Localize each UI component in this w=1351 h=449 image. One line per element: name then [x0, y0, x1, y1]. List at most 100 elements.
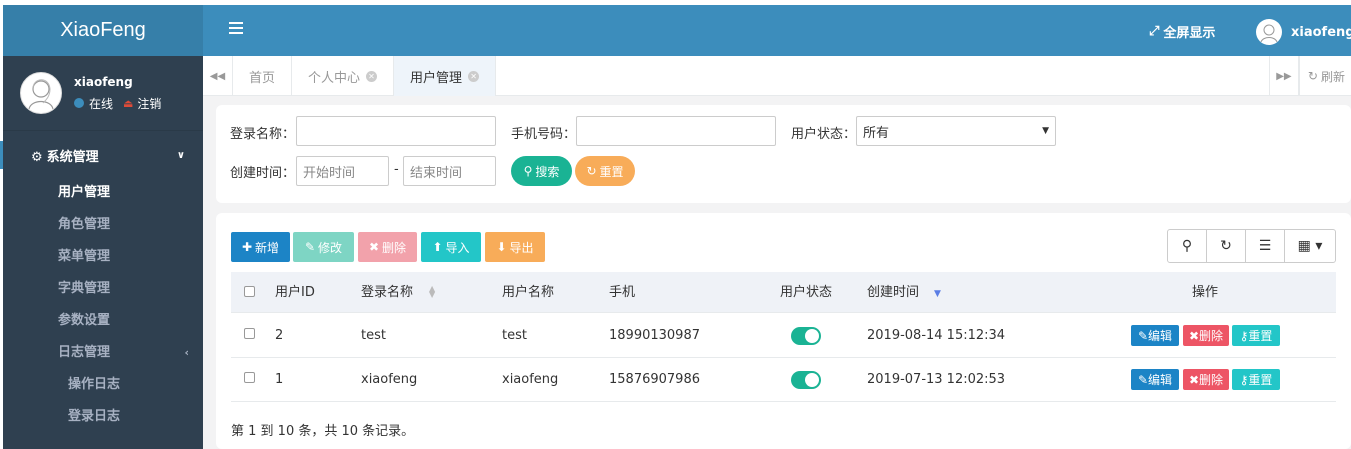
- header-user-menu[interactable]: xiaofeng: [1256, 19, 1351, 45]
- online-dot-icon: [74, 98, 84, 108]
- row-checkbox[interactable]: [244, 372, 255, 383]
- row-reset-button[interactable]: ⚷ 重置: [1232, 325, 1280, 346]
- sidebar-item-label: 字典管理: [58, 281, 111, 296]
- sidebar-item-user-management[interactable]: 用户管理: [3, 177, 203, 209]
- row-edit-button[interactable]: ✎ 编辑: [1131, 369, 1179, 390]
- close-icon[interactable]: ✕: [366, 70, 378, 82]
- sidebar-item-log-management[interactable]: 日志管理 ‹: [3, 337, 203, 369]
- caret-down-icon: ▼: [1042, 126, 1049, 136]
- key-icon: ⚷: [1239, 328, 1249, 343]
- sidebar-item-label: 用户管理: [58, 185, 111, 200]
- tab-scroll-left-icon[interactable]: ◀◀: [203, 56, 233, 96]
- reset-button[interactable]: ↻ 重置: [575, 156, 635, 186]
- download-icon: ⬇: [496, 240, 507, 254]
- status-toggle[interactable]: [791, 327, 821, 345]
- cell-user-id: 2: [275, 328, 284, 343]
- row-reset-label: 重置: [1248, 373, 1273, 387]
- top-header: ⤢ 全屏显示 xiaofeng: [203, 5, 1351, 56]
- sidebar-item-label: 菜单管理: [58, 249, 111, 264]
- table-panel: ✚ 新增 ✎ 修改 ✖ 删除 ⬆ 导入 ⬇ 导出 ⚲ ↻ ☰ ▦ ▾ 用户ID 登录名称 …: [216, 213, 1351, 449]
- search-button[interactable]: ⚲ 搜索: [511, 156, 572, 186]
- add-button[interactable]: ✚ 新增: [231, 232, 290, 262]
- status-toggle[interactable]: [791, 371, 821, 389]
- table-row: 2 test test 18990130987 2019-08-14 15:12…: [231, 314, 1336, 358]
- cell-user-name: test: [502, 328, 527, 343]
- import-label: 导入: [445, 240, 470, 255]
- tab-refresh-button[interactable]: ↻ 刷新: [1298, 56, 1351, 96]
- menu-group-label: 系统管理: [46, 149, 99, 165]
- fullscreen-button[interactable]: ⤢ 全屏显示: [1149, 22, 1215, 41]
- tab-scroll-right-icon[interactable]: ▶▶: [1268, 56, 1299, 96]
- row-edit-label: 编辑: [1148, 373, 1173, 387]
- menu-group-system[interactable]: ⚙ 系统管理 ∨: [0, 141, 203, 169]
- status-select-value: 所有: [863, 125, 890, 141]
- app-logo[interactable]: XiaoFeng: [3, 5, 203, 56]
- sidebar-item-label: 角色管理: [58, 217, 111, 232]
- columns-icon[interactable]: ▦ ▾: [1285, 230, 1335, 262]
- export-label: 导出: [509, 240, 534, 255]
- edit-icon: ✎: [1137, 372, 1149, 387]
- col-login-name[interactable]: 登录名称: [361, 272, 413, 313]
- sidebar-item-role-management[interactable]: 角色管理: [3, 209, 203, 241]
- refresh-icon: ↻: [586, 164, 597, 178]
- row-delete-button[interactable]: ✖ 删除: [1183, 325, 1229, 346]
- sort-icon[interactable]: ▲ ▼: [429, 285, 435, 299]
- sidebar-item-login-log[interactable]: 登录日志: [3, 401, 203, 433]
- tab-home[interactable]: 首页: [233, 56, 293, 96]
- header-username: xiaofeng: [1291, 24, 1351, 40]
- refresh-icon: ↻: [1307, 69, 1318, 83]
- import-button[interactable]: ⬆ 导入: [421, 232, 481, 262]
- logout-icon[interactable]: ⏏: [123, 97, 133, 110]
- col-phone[interactable]: 手机: [609, 272, 635, 313]
- cell-created: 2019-07-13 12:02:53: [867, 372, 1006, 387]
- col-user-id[interactable]: 用户ID: [275, 272, 315, 313]
- sidebar-item-operation-log[interactable]: 操作日志: [3, 369, 203, 401]
- row-reset-button[interactable]: ⚷ 重置: [1232, 369, 1280, 390]
- edit-icon: ✎: [304, 240, 316, 254]
- start-time-input[interactable]: 开始时间: [296, 156, 389, 186]
- status-label: 用户状态：: [791, 127, 857, 142]
- fullscreen-label: 全屏显示: [1163, 26, 1216, 41]
- refresh-label: 刷新: [1320, 69, 1345, 84]
- sidebar-item-menu-management[interactable]: 菜单管理: [3, 241, 203, 273]
- end-time-input[interactable]: 结束时间: [403, 156, 496, 186]
- close-icon[interactable]: ✕: [468, 70, 480, 82]
- tab-user-management[interactable]: 用户管理 ✕: [394, 56, 497, 96]
- phone-input[interactable]: [576, 116, 776, 146]
- col-status[interactable]: 用户状态: [780, 272, 832, 313]
- sort-desc-icon[interactable]: ▼: [934, 289, 941, 299]
- hamburger-menu-icon[interactable]: [229, 22, 243, 37]
- row-checkbox[interactable]: [244, 328, 255, 339]
- refresh-icon[interactable]: ↻: [1207, 230, 1246, 262]
- row-edit-button[interactable]: ✎ 编辑: [1131, 325, 1179, 346]
- cell-user-name: xiaofeng: [502, 372, 559, 387]
- row-edit-label: 编辑: [1148, 329, 1173, 343]
- user-panel: xiaofeng 在线 ⏏ 注销: [3, 56, 203, 131]
- search-icon[interactable]: ⚲: [1168, 230, 1207, 262]
- user-avatar: [20, 72, 62, 114]
- edit-label: 修改: [318, 240, 343, 255]
- edit-button[interactable]: ✎ 修改: [293, 232, 354, 262]
- row-delete-button[interactable]: ✖ 删除: [1183, 369, 1229, 390]
- cell-user-id: 1: [275, 372, 284, 387]
- delete-label: 删除: [382, 240, 407, 255]
- status-select[interactable]: 所有 ▼: [856, 116, 1056, 146]
- login-name-input[interactable]: [296, 116, 496, 146]
- table-row: 1 xiaofeng xiaofeng 15876907986 2019-07-…: [231, 358, 1336, 402]
- tab-profile[interactable]: 个人中心 ✕: [292, 56, 395, 96]
- export-button[interactable]: ⬇ 导出: [485, 232, 545, 262]
- close-icon: ✖: [1188, 372, 1200, 387]
- list-icon[interactable]: ☰: [1246, 230, 1285, 262]
- sidebar-item-param-settings[interactable]: 参数设置: [3, 305, 203, 337]
- tabs-bar: ◀◀ 首页 个人中心 ✕ 用户管理 ✕ ▶▶ ↻ 刷新: [203, 56, 1351, 96]
- sidebar-item-label: 参数设置: [58, 313, 111, 328]
- col-operations: 操作: [1192, 285, 1219, 300]
- online-status: 在线: [89, 96, 114, 111]
- col-created[interactable]: 创建时间: [867, 272, 919, 313]
- header-avatar: [1256, 19, 1282, 45]
- sidebar-item-dict-management[interactable]: 字典管理: [3, 273, 203, 305]
- col-user-name[interactable]: 用户名称: [502, 272, 554, 313]
- select-all-checkbox[interactable]: [244, 286, 255, 297]
- logout-link[interactable]: 注销: [137, 95, 161, 112]
- delete-button[interactable]: ✖ 删除: [358, 232, 417, 262]
